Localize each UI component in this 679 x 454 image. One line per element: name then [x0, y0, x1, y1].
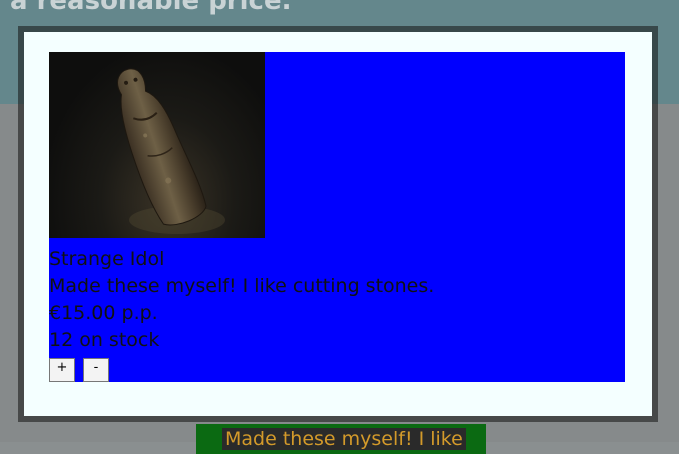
- product-modal: Strange Idol Made these myself! I like c…: [24, 32, 652, 416]
- decrement-button[interactable]: -: [83, 358, 109, 382]
- product-name: Strange Idol: [49, 248, 165, 270]
- stone-idol-image: [49, 52, 265, 238]
- page-header-title: a reasonable price.: [10, 0, 292, 16]
- product-info: Strange Idol Made these myself! I like c…: [49, 246, 434, 354]
- background-card-description: Made these myself! I like: [222, 428, 466, 450]
- product-stock: 12 on stock: [49, 329, 160, 351]
- quantity-controls: + -: [49, 358, 109, 382]
- product-description: Made these myself! I like cutting stones…: [49, 275, 435, 297]
- product-detail: Strange Idol Made these myself! I like c…: [49, 52, 625, 382]
- increment-button[interactable]: +: [49, 358, 75, 382]
- product-price: €15.00 p.p.: [49, 302, 158, 324]
